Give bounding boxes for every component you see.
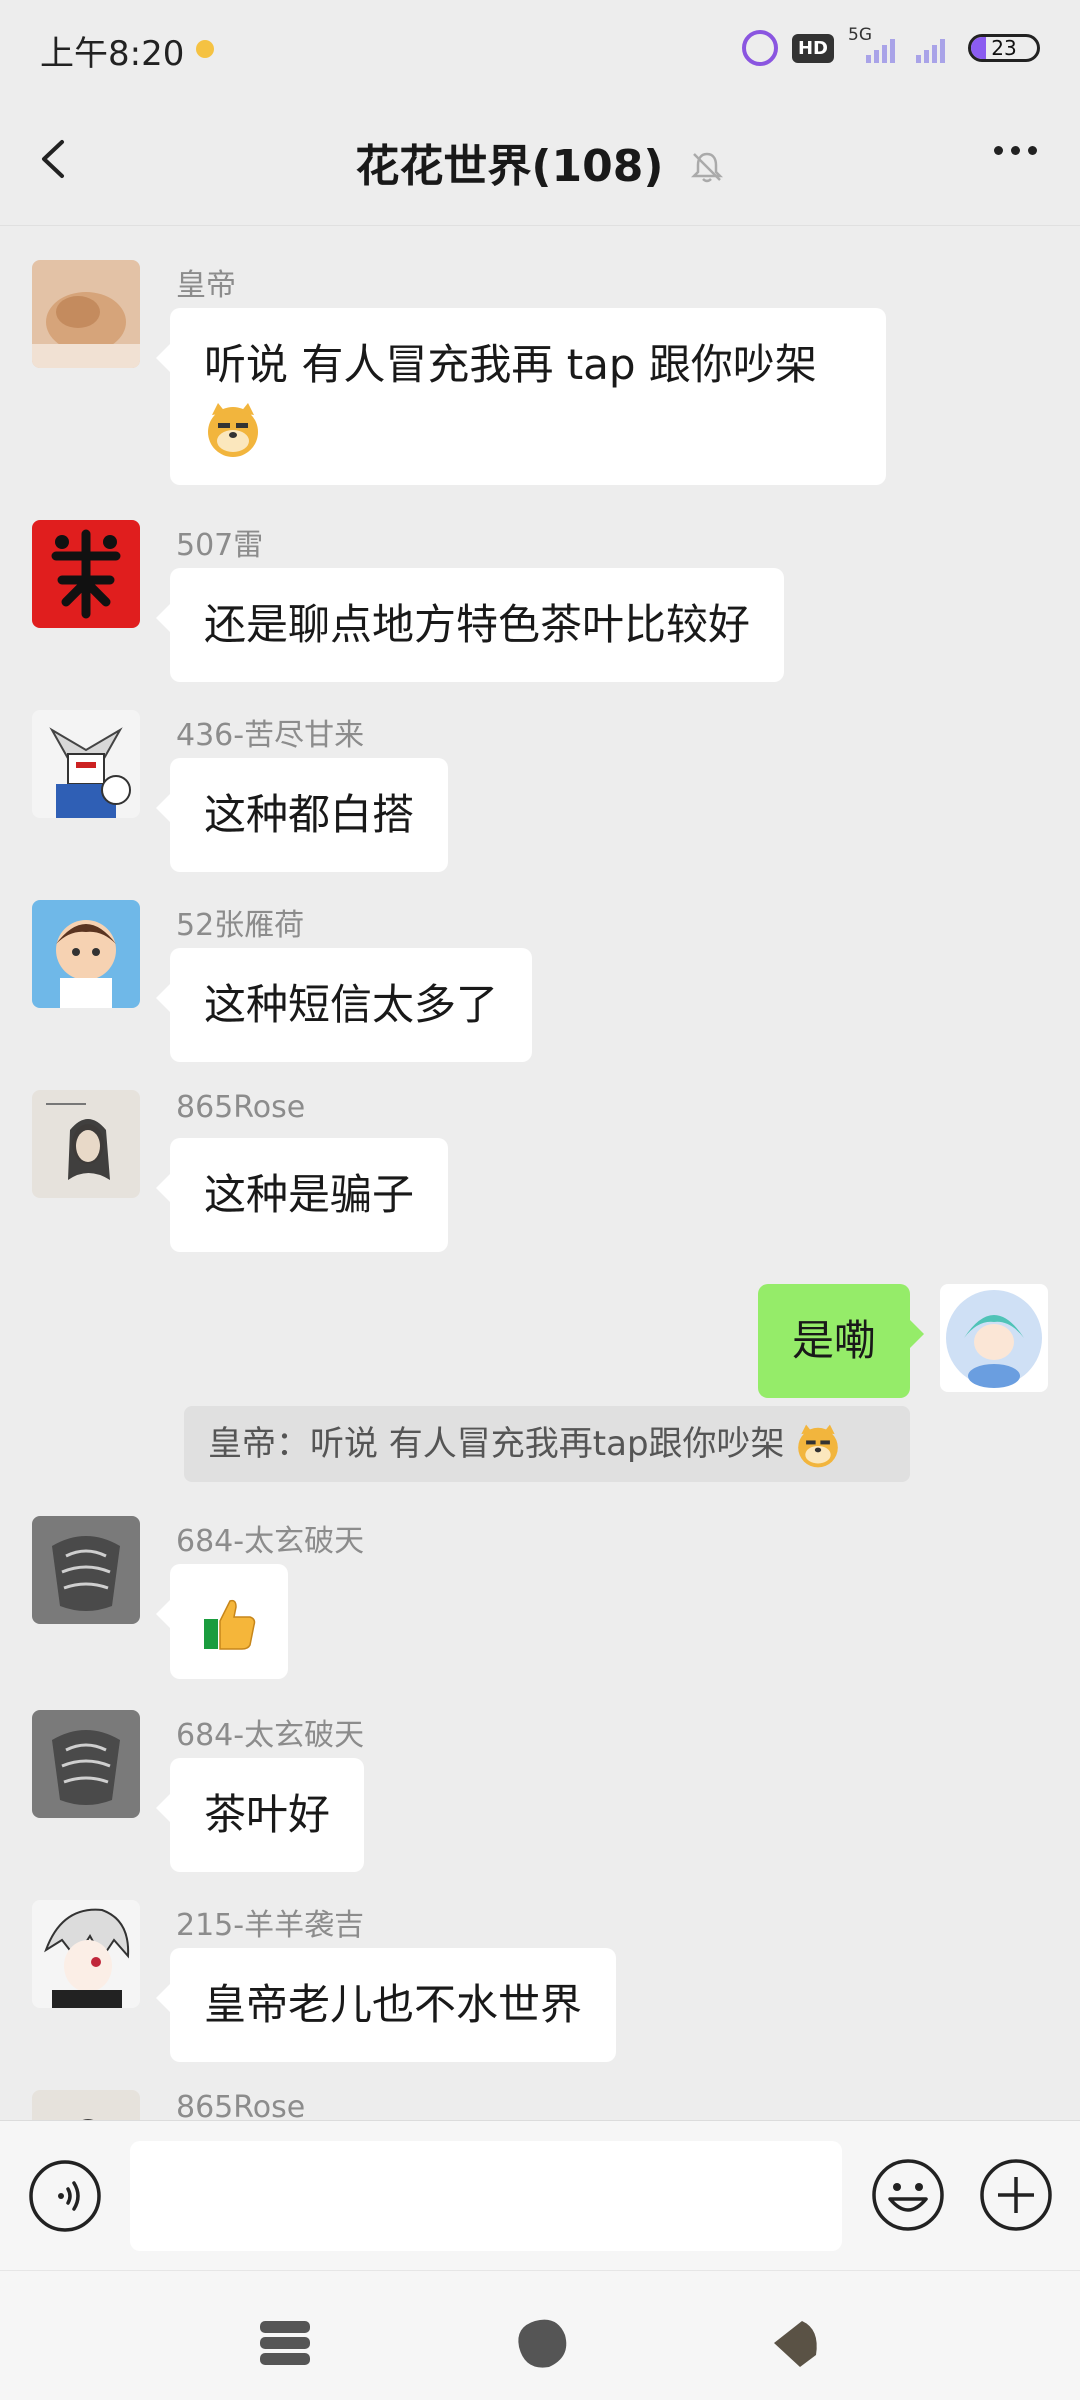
- message-item: 865Rose 这种是骗子: [0, 1090, 1080, 1252]
- message-text: 这种是骗子: [204, 1170, 415, 1219]
- cat-avatar[interactable]: [32, 260, 140, 368]
- message-item: 436-苦尽甘来 这种都白搭: [0, 710, 1080, 872]
- stack-icon[interactable]: [250, 2307, 320, 2377]
- hd-badge: HD: [791, 33, 834, 63]
- status-bar: 上午8:20 HD 5G 23: [0, 0, 1080, 96]
- message-text: 茶叶好: [204, 1790, 331, 1839]
- mute-bell-icon: [690, 152, 723, 183]
- message-text: 这种短信太多了: [204, 980, 499, 1029]
- message-item: 684-太玄破天: [0, 1516, 1080, 1692]
- message-item: 215-羊羊袭吉 皇帝老儿也不水世界: [0, 1900, 1080, 2062]
- anime-boy-avatar[interactable]: [32, 1900, 140, 2008]
- red-calligraphy-avatar[interactable]: [32, 520, 140, 628]
- message-bubble[interactable]: 听说 有人冒充我再 tap 跟你吵架: [156, 308, 886, 485]
- sender-name: 皇帝: [176, 268, 236, 303]
- signal-icon: [908, 33, 954, 63]
- message-bubble[interactable]: 还是聊点地方特色茶叶比较好: [155, 568, 785, 682]
- message-bubble[interactable]: 这种都白搭: [155, 758, 449, 872]
- anime-mermaid-avatar[interactable]: [940, 1284, 1048, 1392]
- sender-name: 684-太玄破天: [176, 1524, 365, 1559]
- chat-header: 花花世界(108): [0, 96, 1080, 226]
- battery-text: 23: [991, 36, 1017, 60]
- message-item: 865Rose: [0, 2090, 1080, 2120]
- cartoon-boy-avatar[interactable]: [32, 900, 140, 1008]
- ink-portrait-avatar[interactable]: [32, 2090, 140, 2120]
- thumbs-up-emoji: [204, 1599, 256, 1650]
- chat-title: 花花世界(108): [355, 141, 664, 192]
- pebble-icon[interactable]: [760, 2307, 830, 2377]
- sender-name: 436-苦尽甘来: [176, 718, 365, 753]
- sketch-avatar[interactable]: [32, 1516, 140, 1624]
- message-item-self: 是嘞: [0, 1284, 1080, 1398]
- message-bubble[interactable]: 这种短信太多了: [155, 948, 533, 1062]
- sender-name: 215-羊羊袭吉: [176, 1908, 365, 1943]
- more-options-icon[interactable]: [990, 140, 1050, 180]
- message-bubble[interactable]: 茶叶好: [155, 1758, 365, 1872]
- sender-name: 684-太玄破天: [176, 1718, 365, 1753]
- sender-name: 865Rose: [176, 1090, 306, 1125]
- voice-icon[interactable]: [28, 2159, 102, 2233]
- battery-icon: 23: [968, 34, 1040, 62]
- message-text: 听说 有人冒充我再 tap 跟你吵架: [204, 340, 817, 389]
- bottom-toolbar: [0, 2270, 1080, 2400]
- message-text: 是嘞: [791, 1316, 876, 1365]
- sketch-avatar[interactable]: [32, 1710, 140, 1818]
- quoted-message[interactable]: 皇帝：听说 有人冒充我再tap跟你吵架: [184, 1406, 910, 1482]
- message-item: 684-太玄破天 茶叶好: [0, 1710, 1080, 1872]
- message-text: 这种都白搭: [204, 790, 415, 839]
- alarm-icon: [741, 30, 778, 66]
- signal-5g-icon: 5G: [848, 25, 895, 63]
- message-input[interactable]: [130, 2141, 842, 2251]
- doge-emoji: [208, 402, 258, 457]
- smiley-icon[interactable]: [870, 2157, 946, 2233]
- notification-dot-icon: [196, 40, 214, 58]
- rock-icon[interactable]: [505, 2307, 575, 2377]
- status-time: 上午8:20: [40, 34, 185, 74]
- message-bubble[interactable]: [156, 1564, 288, 1679]
- sender-name: 52张雁荷: [176, 908, 305, 943]
- sender-name: 865Rose: [176, 2090, 306, 2120]
- gundam-avatar[interactable]: [32, 710, 140, 818]
- message-list[interactable]: 皇帝 听说 有人冒充我再 tap 跟你吵架 507雷 还是聊点地方特色茶叶比较好: [0, 226, 1080, 2120]
- doge-emoji: [798, 1424, 839, 1467]
- message-text: 皇帝老儿也不水世界: [204, 1980, 583, 2029]
- quoted-text: 皇帝：听说 有人冒充我再tap跟你吵架: [208, 1424, 785, 1464]
- ink-portrait-avatar[interactable]: [32, 1090, 140, 1198]
- input-bar: [0, 2120, 1080, 2270]
- message-bubble[interactable]: 皇帝老儿也不水世界: [155, 1948, 617, 2062]
- sender-name: 507雷: [176, 528, 264, 563]
- plus-icon[interactable]: [978, 2157, 1054, 2233]
- message-item: 507雷 还是聊点地方特色茶叶比较好: [0, 520, 1080, 682]
- message-bubble-self[interactable]: 是嘞: [757, 1284, 925, 1398]
- message-item: 52张雁荷 这种短信太多了: [0, 900, 1080, 1062]
- message-bubble[interactable]: 这种是骗子: [155, 1138, 449, 1252]
- message-text: 还是聊点地方特色茶叶比较好: [204, 600, 751, 649]
- status-icons: HD 5G 23: [741, 25, 1040, 68]
- message-item: 皇帝 听说 有人冒充我再 tap 跟你吵架: [0, 260, 1080, 490]
